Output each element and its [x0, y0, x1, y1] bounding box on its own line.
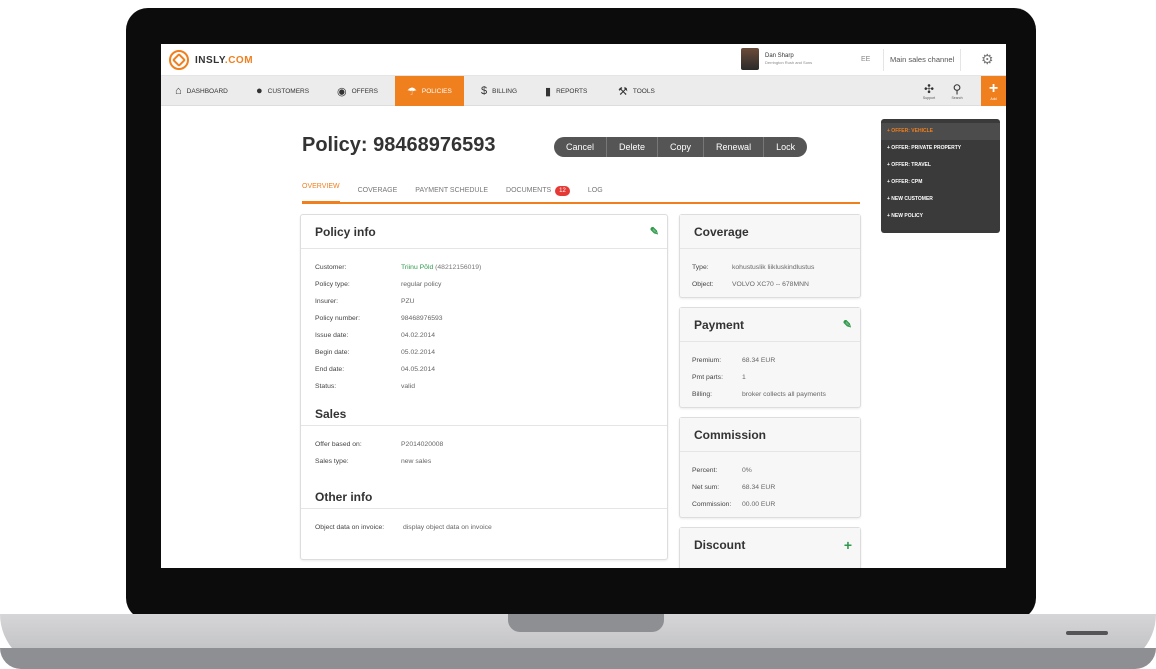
main-nav: ⌂ DASHBOARD ● CUSTOMERS ◉ OFFERS ☂ POLICIES …	[161, 76, 1006, 106]
policy-info-rows: Customer: Triinu Põld (48212156019) Polic…	[301, 249, 667, 395]
other-info-section-title: Other info	[301, 478, 667, 509]
language-switch[interactable]: EE	[861, 56, 870, 63]
menu-item-new-policy[interactable]: + NEW POLICY	[881, 208, 1000, 225]
payment-header: Payment ✎	[680, 308, 860, 342]
row-commission: Commission: 00.00 EUR	[692, 501, 776, 508]
payment-rows: Premium: 68.34 EUR Pmt parts: 1 Billing: br…	[680, 342, 860, 403]
wrench-icon: ⚒	[618, 85, 628, 98]
nav-reports[interactable]: ▮ REPORTS	[545, 76, 587, 106]
home-icon: ⌂	[175, 85, 182, 97]
logo-text: INSLY.COM	[195, 54, 254, 66]
nav-dashboard[interactable]: ⌂ DASHBOARD	[175, 76, 228, 106]
row-sales-type: Sales type: new sales	[315, 458, 432, 465]
umbrella-icon: ☂	[407, 85, 417, 98]
menu-item-offer-private-property[interactable]: + OFFER: PRIVATE PROPERTY	[881, 140, 1000, 157]
nav-customers[interactable]: ● CUSTOMERS	[256, 76, 309, 106]
avatar	[741, 48, 759, 70]
nav-billing[interactable]: $ BILLING	[481, 76, 517, 106]
row-coverage-object: Object: VOLVO XC70 -- 678MNN	[692, 281, 809, 288]
row-begin-date: Begin date: 05.02.2014	[315, 349, 436, 356]
menu-item-offer-vehicle[interactable]: + OFFER: VEHICLE	[881, 123, 1000, 140]
action-button-group: Cancel Delete Copy Renewal Lock	[554, 137, 808, 157]
tab-payment-schedule[interactable]: PAYMENT SCHEDULE	[415, 180, 488, 202]
add-button[interactable]: + Add	[981, 76, 1006, 106]
menu-item-offer-cpm[interactable]: + OFFER: CPM	[881, 174, 1000, 191]
bar-chart-icon: ▮	[545, 85, 552, 98]
commission-rows: Percent: 0% Net sum: 68.34 EUR Commission:…	[680, 452, 860, 513]
nav-policies[interactable]: ☂ POLICIES	[395, 76, 464, 106]
logo-icon	[169, 50, 189, 70]
row-coverage-type: Type: kohustuslik liikluskindlustus	[692, 264, 815, 271]
menu-item-offer-travel[interactable]: + OFFER: TRAVEL	[881, 157, 1000, 174]
edit-pencil-icon[interactable]: ✎	[650, 215, 659, 249]
row-offer-based-on: Offer based on: P2014020008	[315, 441, 444, 448]
laptop-notch	[508, 614, 664, 632]
discount-header: Discount +	[680, 528, 860, 562]
row-insurer: Insurer: PZU	[315, 298, 415, 305]
sales-channel[interactable]: Main sales channel	[883, 49, 962, 71]
tab-documents[interactable]: DOCUMENTS 12	[506, 180, 570, 202]
top-bar: INSLY.COM Dan Sharp Derrington Rush and …	[161, 44, 1006, 76]
gear-icon[interactable]: ⚙	[981, 51, 994, 67]
support-button[interactable]: ✣ Support	[917, 76, 941, 106]
tab-overview[interactable]: OVERVIEW	[302, 180, 340, 204]
row-percent: Percent: 0%	[692, 467, 752, 474]
user-company: Derrington Rush and Sons	[765, 60, 813, 65]
row-status: Status: valid	[315, 383, 415, 390]
row-premium: Premium: 68.34 EUR	[692, 357, 776, 364]
lock-button[interactable]: Lock	[764, 137, 807, 157]
add-dropdown-menu: + OFFER: VEHICLE + OFFER: PRIVATE PROPER…	[881, 119, 1000, 233]
policy-info-header: Policy info ✎	[301, 215, 667, 249]
row-net-sum: Net sum: 68.34 EUR	[692, 484, 776, 491]
delete-button[interactable]: Delete	[607, 137, 659, 157]
offer-icon: ◉	[337, 85, 347, 98]
app-screen: INSLY.COM Dan Sharp Derrington Rush and …	[161, 44, 1006, 568]
coverage-header: Coverage	[680, 215, 860, 249]
nav-tools[interactable]: ⚒ TOOLS	[618, 76, 655, 106]
row-policy-type: Policy type: regular policy	[315, 281, 442, 288]
row-end-date: End date: 04.05.2014	[315, 366, 436, 373]
policy-tabs: OVERVIEW COVERAGE PAYMENT SCHEDULE DOCUM…	[302, 180, 860, 204]
edit-pencil-icon[interactable]: ✎	[843, 308, 852, 342]
sales-section-title: Sales	[301, 395, 667, 426]
user-icon: ●	[256, 85, 263, 97]
search-button[interactable]: ⚲ Search	[945, 76, 969, 106]
commission-header: Commission	[680, 418, 860, 452]
customer-link[interactable]: Triinu Põld (48212156019)	[401, 264, 481, 271]
row-billing: Billing: broker collects all payments	[692, 391, 826, 398]
policy-info-panel: Policy info ✎ Customer: Triinu Põld (4821…	[300, 214, 668, 560]
row-pmt-parts: Pmt parts: 1	[692, 374, 746, 381]
discount-panel: Discount +	[679, 527, 861, 568]
commission-panel: Commission Percent: 0% Net sum: 68.34 EUR …	[679, 417, 861, 518]
other-info-rows: Object data on invoice: display object da…	[301, 509, 667, 536]
renewal-button[interactable]: Renewal	[704, 137, 765, 157]
coverage-panel: Coverage Type: kohustuslik liikluskindlus…	[679, 214, 861, 298]
tab-coverage[interactable]: COVERAGE	[358, 180, 398, 202]
user-name: Dan Sharp	[765, 53, 794, 59]
laptop-base-edge	[0, 648, 1156, 669]
user-menu[interactable]: Dan Sharp Derrington Rush and Sons	[741, 48, 812, 70]
nav-offers[interactable]: ◉ OFFERS	[337, 76, 378, 106]
copy-button[interactable]: Copy	[658, 137, 705, 157]
payment-panel: Payment ✎ Premium: 68.34 EUR Pmt parts: 1 …	[679, 307, 861, 408]
sales-rows: Offer based on: P2014020008 Sales type: ne…	[301, 426, 667, 470]
tab-log[interactable]: LOG	[588, 180, 603, 202]
dollar-icon: $	[481, 85, 488, 97]
menu-item-new-customer[interactable]: + NEW CUSTOMER	[881, 191, 1000, 208]
row-customer: Customer: Triinu Põld (48212156019)	[315, 264, 482, 271]
plus-icon: +	[988, 80, 999, 97]
search-icon: ⚲	[952, 82, 962, 96]
coverage-rows: Type: kohustuslik liikluskindlustus Objec…	[680, 249, 860, 293]
cancel-button[interactable]: Cancel	[554, 137, 608, 157]
support-icon: ✣	[923, 82, 935, 96]
row-issue-date: Issue date: 04.02.2014	[315, 332, 436, 339]
add-discount-plus-icon[interactable]: +	[844, 528, 852, 562]
documents-count-badge: 12	[555, 186, 570, 196]
page-title: Policy: 98468976593	[302, 134, 496, 156]
row-object-data-on-invoice: Object data on invoice: display object da…	[315, 524, 492, 531]
laptop-slot	[1066, 631, 1108, 635]
row-policy-number: Policy number: 98468976593	[315, 315, 443, 322]
logo[interactable]: INSLY.COM	[169, 50, 253, 70]
